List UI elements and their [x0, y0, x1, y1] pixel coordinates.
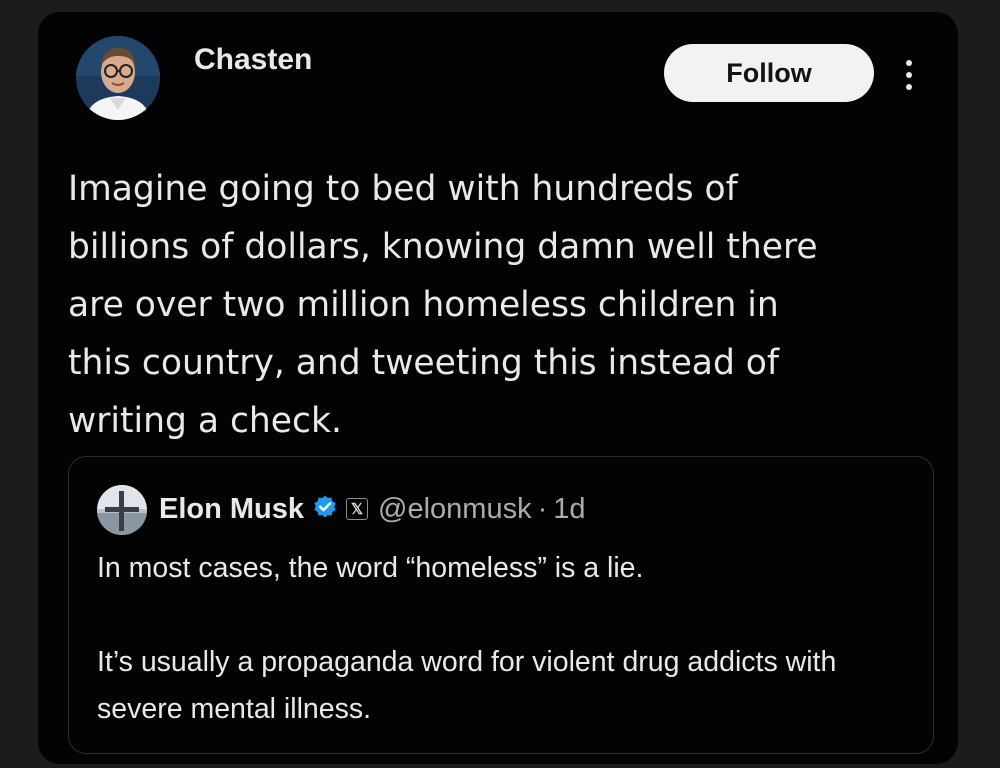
- quoted-header: Elon Musk 𝕏 @elonmusk · 1d: [159, 487, 586, 531]
- author-name[interactable]: Chasten: [194, 42, 312, 78]
- quoted-text: In most cases, the word “homeless” is a …: [97, 545, 917, 733]
- quoted-timestamp[interactable]: 1d: [553, 493, 585, 526]
- quoted-author-avatar[interactable]: [97, 485, 147, 535]
- post-card: Chasten Follow Imagine going to bed with…: [38, 12, 958, 764]
- quoted-paragraph: In most cases, the word “homeless” is a …: [97, 552, 644, 584]
- post-text: Imagine going to bed with hundreds of bi…: [68, 169, 818, 441]
- person-avatar-icon: [76, 36, 160, 120]
- quoted-author-name[interactable]: Elon Musk: [159, 493, 304, 526]
- quoted-handle[interactable]: @elonmusk: [378, 493, 532, 526]
- verified-badge-icon: [312, 494, 338, 525]
- follow-button[interactable]: Follow: [664, 44, 874, 102]
- person-avatar-icon: [97, 485, 147, 535]
- quoted-paragraph: It’s usually a propaganda word for viole…: [97, 646, 837, 725]
- more-vertical-icon[interactable]: [902, 58, 916, 92]
- quoted-post[interactable]: Elon Musk 𝕏 @elonmusk · 1d In most cases…: [68, 456, 934, 754]
- author-avatar[interactable]: [76, 36, 160, 120]
- separator-dot: ·: [537, 492, 548, 525]
- x-logo-icon: 𝕏: [346, 498, 369, 520]
